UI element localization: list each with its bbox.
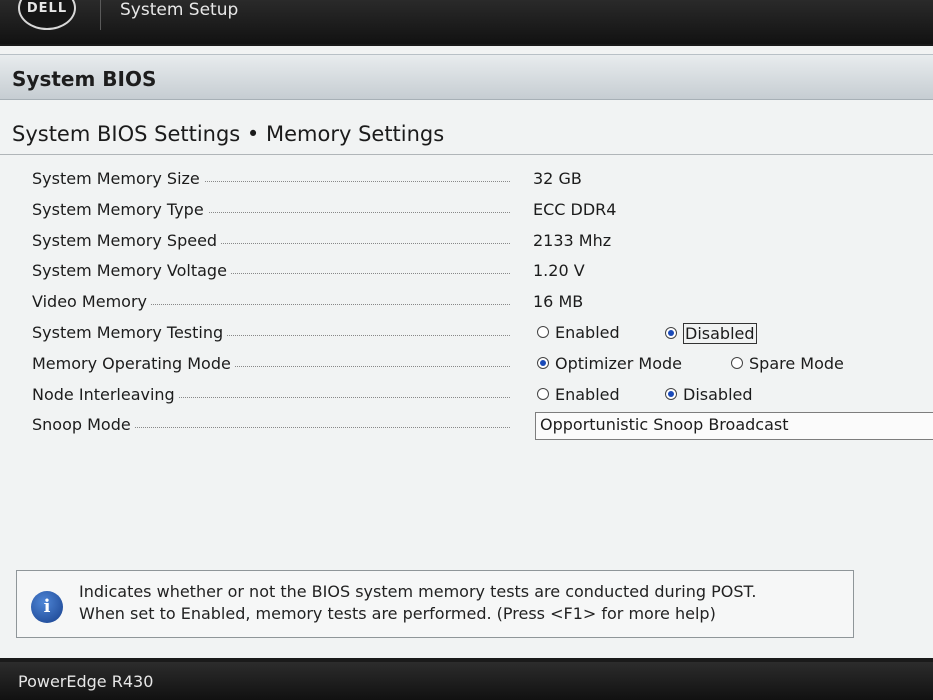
radio-label: Optimizer Mode <box>555 353 682 373</box>
radio-memory-testing-enabled[interactable]: Enabled <box>537 323 620 342</box>
info-icon: i <box>31 591 63 623</box>
radio-unchecked-icon <box>537 326 549 339</box>
main-panel: System BIOS System BIOS Settings • Memor… <box>0 46 933 658</box>
setting-memory-testing: System Memory Testing Enabled Disabled <box>30 318 930 349</box>
radio-label: Disabled <box>683 384 753 404</box>
radio-checked-icon <box>665 388 677 401</box>
radio-label: Disabled <box>683 322 757 344</box>
settings-list: System Memory Size 32 GB System Memory T… <box>30 164 933 441</box>
divider <box>0 154 933 155</box>
top-bar: DELL System Setup <box>0 0 933 44</box>
setting-value: 32 GB <box>533 169 582 188</box>
setting-label: System Memory Size <box>32 169 204 188</box>
radio-unchecked-icon <box>537 388 549 401</box>
help-text: Indicates whether or not the BIOS system… <box>79 581 756 625</box>
radio-spare-mode[interactable]: Spare Mode <box>731 354 844 373</box>
header-divider <box>100 0 101 30</box>
radio-unchecked-icon <box>731 357 743 370</box>
bottom-bar: PowerEdge R430 <box>0 662 933 700</box>
section-header: System BIOS <box>0 54 933 100</box>
setting-value: 1.20 V <box>533 261 585 281</box>
setting-node-interleaving: Node Interleaving Enabled Disabled <box>30 380 930 411</box>
setting-memory-type: System Memory Type ECC DDR4 <box>30 195 930 226</box>
setting-label: Video Memory <box>32 292 151 312</box>
radio-memory-testing-disabled[interactable]: Disabled <box>665 322 757 344</box>
radio-label: Enabled <box>555 322 620 342</box>
model-name: PowerEdge R430 <box>18 672 154 691</box>
breadcrumb: System BIOS Settings • Memory Settings <box>12 122 445 146</box>
radio-optimizer-mode[interactable]: Optimizer Mode <box>537 354 682 373</box>
dell-logo: DELL <box>18 0 76 30</box>
setting-snoop-mode: Snoop Mode Opportunistic Snoop Broadcast <box>30 410 933 441</box>
setting-value: 2133 Mhz <box>533 230 612 250</box>
setting-video-memory: Video Memory 16 MB <box>30 287 930 318</box>
setting-memory-size: System Memory Size 32 GB <box>30 164 930 195</box>
setting-label: Snoop Mode <box>32 415 135 435</box>
help-line-2: When set to Enabled, memory tests are pe… <box>79 604 716 623</box>
help-line-1: Indicates whether or not the BIOS system… <box>79 582 757 601</box>
setting-label: Node Interleaving <box>32 384 179 404</box>
radio-label: Enabled <box>555 384 620 404</box>
section-title: System BIOS <box>12 67 157 91</box>
help-box: i Indicates whether or not the BIOS syst… <box>16 570 854 638</box>
setting-value: 16 MB <box>533 292 584 312</box>
setting-memory-speed: System Memory Speed 2133 Mhz <box>30 226 930 257</box>
radio-checked-icon <box>537 357 549 370</box>
setting-label: System Memory Voltage <box>32 261 231 281</box>
radio-node-interleaving-disabled[interactable]: Disabled <box>665 385 753 404</box>
setting-value: ECC DDR4 <box>533 199 617 219</box>
snoop-mode-dropdown[interactable]: Opportunistic Snoop Broadcast <box>535 412 933 441</box>
radio-node-interleaving-enabled[interactable]: Enabled <box>537 385 620 404</box>
setting-label: System Memory Testing <box>32 322 228 342</box>
radio-checked-icon <box>665 327 677 340</box>
radio-label: Spare Mode <box>749 353 844 373</box>
setting-memory-operating-mode: Memory Operating Mode Optimizer Mode Spa… <box>30 349 930 380</box>
setting-memory-voltage: System Memory Voltage 1.20 V <box>30 256 930 287</box>
setting-label: Memory Operating Mode <box>32 353 235 373</box>
setting-label: System Memory Speed <box>32 230 222 250</box>
setting-label: System Memory Type <box>32 199 208 219</box>
app-title: System Setup <box>120 0 239 20</box>
